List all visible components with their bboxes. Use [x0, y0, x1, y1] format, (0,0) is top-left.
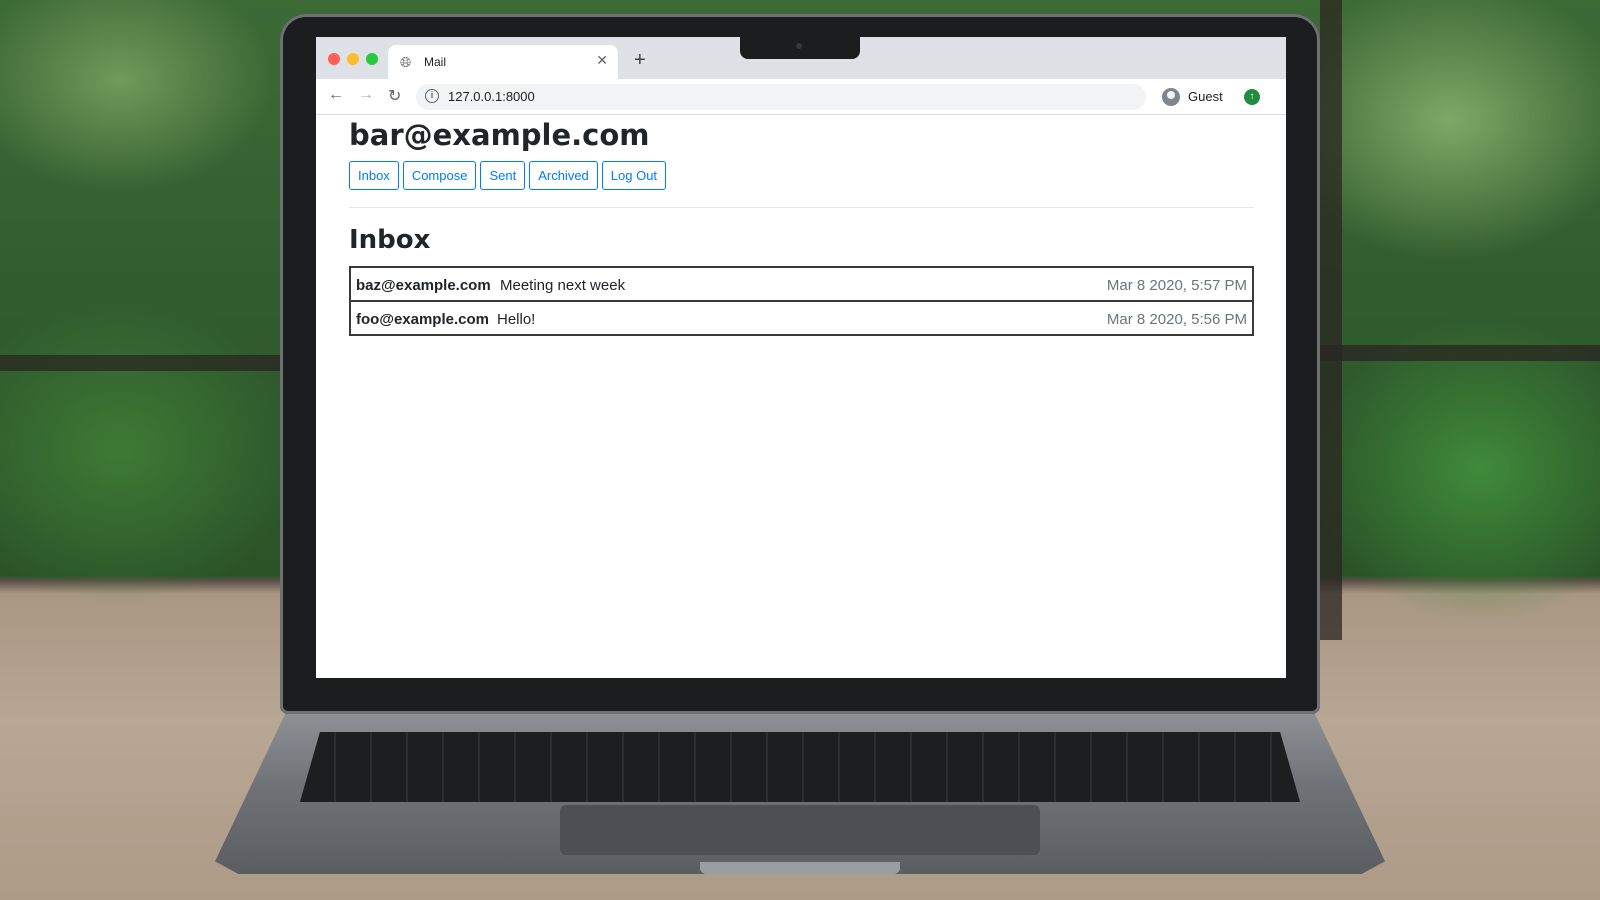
logout-button[interactable]: Log Out — [601, 161, 667, 190]
email-subject: Hello! — [497, 311, 536, 328]
back-arrow-icon[interactable]: ← — [328, 86, 344, 104]
url-text[interactable]: 127.0.0.1:8000 — [448, 89, 535, 104]
close-window-button[interactable] — [328, 53, 340, 65]
email-sender: baz@example.com — [356, 277, 491, 294]
window-frame-left — [0, 355, 300, 371]
browser-toolbar: ← → ↻ i 127.0.0.1:8000 Guest ↑ — [316, 79, 1286, 115]
divider — [349, 207, 1254, 208]
user-email-heading: bar@example.com — [349, 118, 650, 152]
email-timestamp: Mar 8 2020, 5:56 PM — [1106, 311, 1247, 328]
keyboard — [300, 732, 1300, 802]
maximize-window-button[interactable] — [366, 53, 378, 65]
globe-icon: 🌐︎ — [400, 54, 412, 70]
trackpad — [560, 805, 1040, 855]
profile-label: Guest — [1188, 89, 1223, 104]
window-frame-right — [1300, 345, 1600, 361]
archived-button[interactable]: Archived — [529, 161, 598, 190]
email-row[interactable]: foo@example.com Hello! Mar 8 2020, 5:56 … — [349, 300, 1254, 336]
avatar-icon — [1162, 88, 1180, 106]
close-tab-icon[interactable]: ✕ — [596, 52, 608, 69]
sent-button[interactable]: Sent — [480, 161, 526, 190]
address-bar[interactable]: i 127.0.0.1:8000 — [416, 84, 1146, 110]
mail-page: bar@example.com Inbox Compose Sent Archi… — [316, 115, 1286, 678]
new-tab-icon[interactable]: + — [634, 49, 646, 72]
mail-nav: Inbox Compose Sent Archived Log Out — [349, 161, 667, 190]
mailbox-title: Inbox — [349, 225, 431, 255]
laptop-front-lip — [700, 862, 900, 874]
browser-tab[interactable]: 🌐︎ Mail ✕ — [388, 45, 618, 79]
compose-button[interactable]: Compose — [402, 161, 477, 190]
laptop-screen: 🌐︎ Mail ✕ + ← → ↻ i 127.0.0.1:8000 Guest… — [316, 37, 1286, 678]
minimize-window-button[interactable] — [347, 53, 359, 65]
camera-icon — [796, 43, 802, 49]
forward-arrow-icon[interactable]: → — [358, 86, 374, 104]
inbox-button[interactable]: Inbox — [349, 161, 399, 190]
camera-notch — [740, 37, 860, 59]
reload-icon[interactable]: ↻ — [388, 86, 401, 106]
email-timestamp: Mar 8 2020, 5:57 PM — [1106, 277, 1247, 294]
info-icon[interactable]: i — [425, 89, 439, 103]
tab-title: Mail — [424, 55, 447, 69]
email-subject: Meeting next week — [500, 277, 626, 294]
email-sender: foo@example.com — [356, 311, 489, 328]
email-list: baz@example.com Meeting next week Mar 8 … — [349, 266, 1254, 336]
update-icon[interactable]: ↑ — [1244, 89, 1260, 105]
profile-button[interactable]: Guest — [1156, 84, 1234, 110]
window-post — [1320, 0, 1342, 640]
email-row[interactable]: baz@example.com Meeting next week Mar 8 … — [349, 266, 1254, 302]
